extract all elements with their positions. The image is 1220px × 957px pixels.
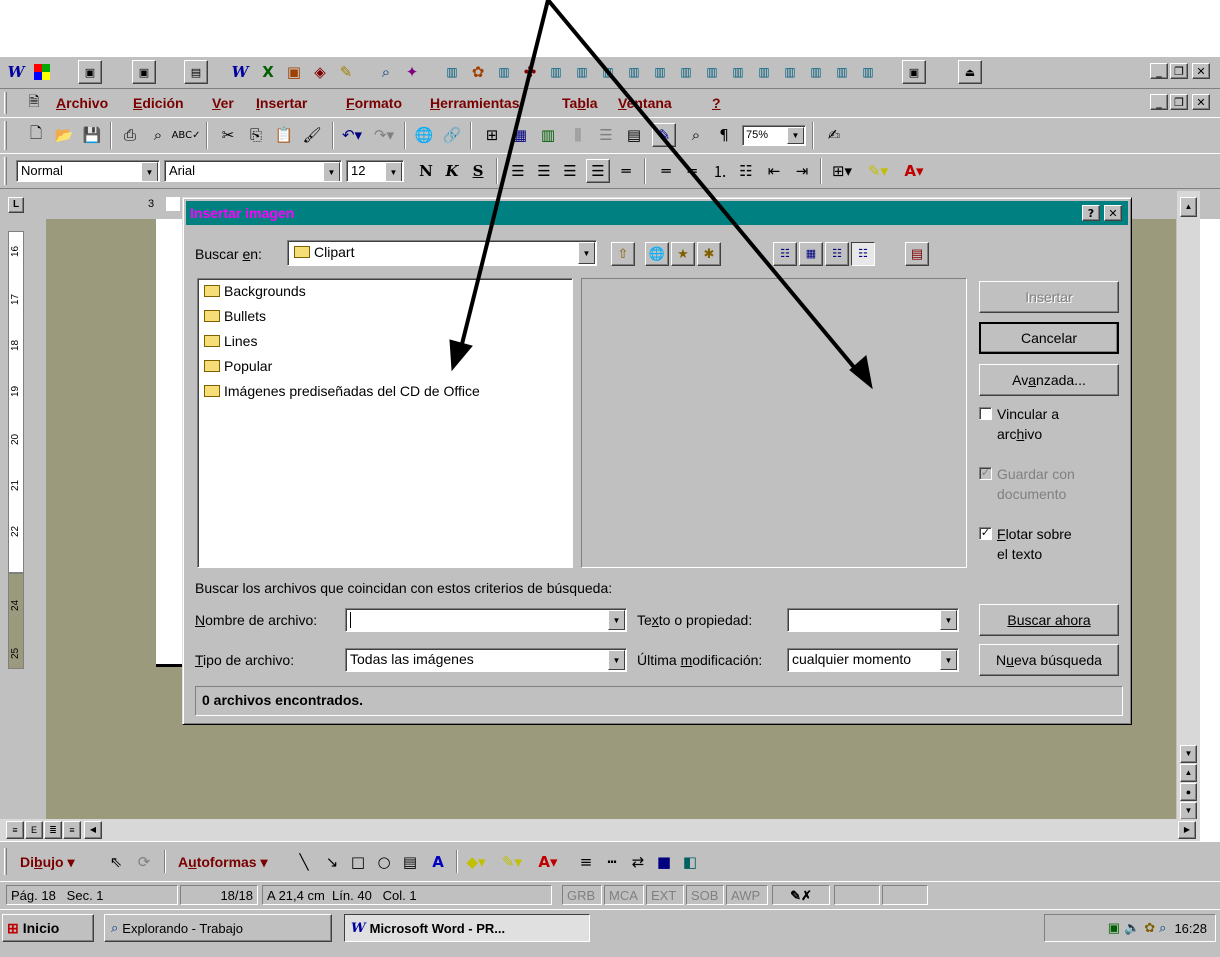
arrow-head-preview — [849, 355, 873, 390]
arrow-head-file-list — [449, 339, 473, 372]
arrow-to-preview — [546, 0, 860, 374]
arrow-to-file-list — [458, 0, 550, 353]
annotation-arrows — [449, 0, 873, 390]
